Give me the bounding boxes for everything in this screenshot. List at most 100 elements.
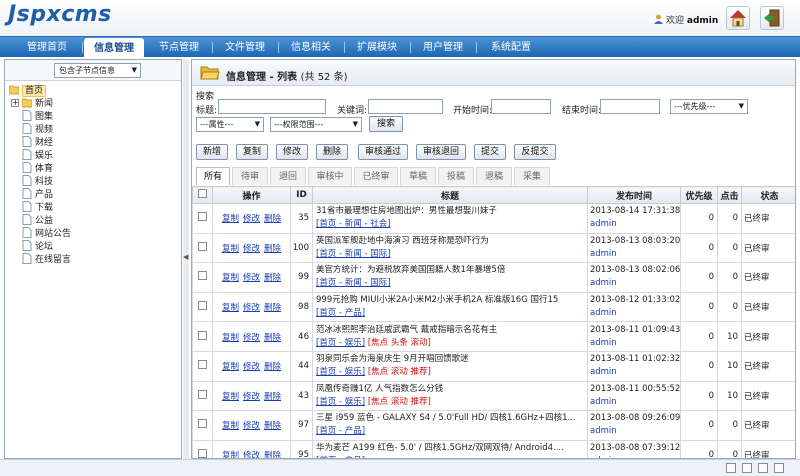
- edit-icon[interactable]: [758, 463, 768, 473]
- row-edit-link[interactable]: 修改: [243, 214, 260, 224]
- permission-select[interactable]: ---权限范围--- ▼: [270, 117, 362, 132]
- tree-node-tech[interactable]: 科技: [22, 175, 53, 187]
- priority-select[interactable]: ---优先级--- ▼: [670, 99, 748, 114]
- nav-item-info[interactable]: 信息管理: [84, 38, 144, 58]
- tree-node-video[interactable]: 视频: [22, 123, 53, 135]
- tree-node-forum[interactable]: 论坛: [22, 240, 53, 252]
- row-checkbox[interactable]: [198, 301, 207, 311]
- row-delete-link[interactable]: 删除: [264, 244, 281, 254]
- row-copy-link[interactable]: 复制: [222, 362, 239, 372]
- row-copy-link[interactable]: 复制: [222, 244, 239, 254]
- screen-icon[interactable]: [742, 463, 752, 473]
- start-time-input[interactable]: [491, 99, 551, 114]
- tab-all[interactable]: 所有: [196, 167, 230, 185]
- col-header-priority[interactable]: 优先级: [680, 186, 718, 204]
- end-time-input[interactable]: [600, 99, 660, 114]
- select-all-checkbox[interactable]: [198, 189, 207, 198]
- keyword-filter-input[interactable]: [368, 99, 443, 114]
- tab-final-approved[interactable]: 已终审: [354, 167, 398, 185]
- nav-item-dashboard[interactable]: 管理首页: [12, 37, 82, 58]
- row-copy-link[interactable]: 复制: [222, 451, 239, 458]
- row-edit-link[interactable]: 修改: [243, 244, 260, 254]
- row-edit-link[interactable]: 修改: [243, 392, 260, 402]
- row-node-path[interactable]: [首页 - 娱乐]: [316, 338, 365, 348]
- row-node-path[interactable]: [首页 - 产品]: [316, 308, 365, 318]
- row-copy-link[interactable]: 复制: [222, 214, 239, 224]
- row-delete-link[interactable]: 删除: [264, 451, 281, 458]
- tab-collected[interactable]: 采集: [514, 167, 550, 185]
- row-title[interactable]: 31省市最理想住房地图出炉：男性最想娶川妹子: [316, 205, 587, 218]
- row-title[interactable]: 美官方统计：为避税放弃美国国籍人数1年暴增5倍: [316, 264, 587, 277]
- row-edit-link[interactable]: 修改: [243, 362, 260, 372]
- row-node-path[interactable]: [首页 - 新闻 - 国际]: [316, 249, 391, 259]
- tree-node-charity[interactable]: 公益: [22, 214, 53, 226]
- tab-returned[interactable]: 退回: [270, 167, 306, 185]
- window-icon[interactable]: [726, 463, 736, 473]
- row-node-path[interactable]: [首页 - 新闻 - 国际]: [316, 278, 391, 288]
- row-copy-link[interactable]: 复制: [222, 333, 239, 343]
- nav-item-nodes[interactable]: 节点管理: [148, 37, 210, 58]
- title-filter-input[interactable]: [218, 99, 326, 114]
- row-checkbox[interactable]: [198, 389, 207, 399]
- nav-item-config[interactable]: 系统配置: [478, 37, 544, 58]
- logout-button[interactable]: [760, 6, 784, 30]
- row-checkbox[interactable]: [198, 330, 207, 340]
- tree-node-news[interactable]: 新闻: [22, 97, 53, 109]
- tree-node-home[interactable]: 首页: [9, 84, 47, 97]
- nav-item-files[interactable]: 文件管理: [214, 37, 276, 58]
- row-title[interactable]: 华为麦芒 A199 红色- 5.0' / 四核1.5GHz/双网双待/ Andr…: [316, 442, 587, 455]
- tree-expand-icon[interactable]: +: [11, 99, 19, 107]
- tab-reviewing[interactable]: 审核中: [308, 167, 352, 185]
- row-title[interactable]: 范冰冰熙熙李治廷戚武霸气 戴戒指暗示名花有主: [316, 324, 587, 337]
- edit-button[interactable]: 修改: [276, 144, 308, 160]
- flag-icon[interactable]: [774, 463, 784, 473]
- row-edit-link[interactable]: 修改: [243, 421, 260, 431]
- nav-item-extensions[interactable]: 扩展模块: [346, 37, 408, 58]
- row-edit-link[interactable]: 修改: [243, 273, 260, 283]
- col-header-status[interactable]: 状态: [741, 186, 795, 204]
- submit-button[interactable]: 提交: [474, 144, 506, 160]
- tree-node-downloads[interactable]: 下载: [22, 201, 53, 213]
- reject-button[interactable]: 审核退回: [416, 144, 466, 160]
- row-checkbox[interactable]: [198, 360, 207, 370]
- tree-node-finance[interactable]: 财经: [22, 136, 53, 148]
- copy-button[interactable]: 复制: [236, 144, 268, 160]
- tree-node-guestbook[interactable]: 在线留言: [22, 253, 71, 265]
- search-button[interactable]: 搜索: [369, 116, 403, 132]
- nav-item-users[interactable]: 用户管理: [412, 37, 474, 58]
- scope-select[interactable]: 包含子节点信息 ▼: [54, 63, 141, 78]
- row-edit-link[interactable]: 修改: [243, 333, 260, 343]
- row-checkbox[interactable]: [198, 241, 207, 251]
- row-copy-link[interactable]: 复制: [222, 392, 239, 402]
- row-title[interactable]: 999元抢购 MIUI小米2A小米M2小米手机2A 标准版16G 国行15: [316, 294, 587, 307]
- tab-rejected-contribution[interactable]: 退稿: [476, 167, 512, 185]
- tree-node-sports[interactable]: 体育: [22, 162, 53, 174]
- tab-contribution[interactable]: 投稿: [438, 167, 474, 185]
- row-title[interactable]: 三星 i959 蓝色 - GALAXY S4 / 5.0'Full HD/ 四核…: [316, 412, 587, 425]
- unsubmit-button[interactable]: 反提交: [514, 144, 556, 160]
- row-copy-link[interactable]: 复制: [222, 421, 239, 431]
- row-checkbox[interactable]: [198, 449, 207, 458]
- row-delete-link[interactable]: 删除: [264, 214, 281, 224]
- row-delete-link[interactable]: 删除: [264, 303, 281, 313]
- tab-draft[interactable]: 草稿: [400, 167, 436, 185]
- row-copy-link[interactable]: 复制: [222, 273, 239, 283]
- row-node-path[interactable]: [首页 - 娱乐]: [316, 367, 365, 377]
- row-delete-link[interactable]: 删除: [264, 273, 281, 283]
- row-title[interactable]: 羽泉同乐会为海泉庆生 9月开唱回馈歌迷: [316, 353, 587, 366]
- row-edit-link[interactable]: 修改: [243, 303, 260, 313]
- row-delete-link[interactable]: 删除: [264, 421, 281, 431]
- sidebar-splitter[interactable]: ◀: [183, 59, 189, 459]
- attribute-select[interactable]: ---属性--- ▼: [196, 117, 264, 132]
- row-title[interactable]: 英国派军舰赴地中海演习 西班牙称是恐吓行为: [316, 235, 587, 248]
- row-delete-link[interactable]: 删除: [264, 362, 281, 372]
- row-edit-link[interactable]: 修改: [243, 451, 260, 458]
- nav-item-info-related[interactable]: 信息相关: [280, 37, 342, 58]
- new-button[interactable]: 新增: [196, 144, 228, 160]
- col-header-views[interactable]: 点击: [717, 186, 742, 204]
- row-checkbox[interactable]: [198, 271, 207, 281]
- row-delete-link[interactable]: 删除: [264, 392, 281, 402]
- col-header-id[interactable]: ID: [290, 186, 313, 204]
- row-checkbox[interactable]: [198, 419, 207, 429]
- delete-button[interactable]: 删除: [316, 144, 348, 160]
